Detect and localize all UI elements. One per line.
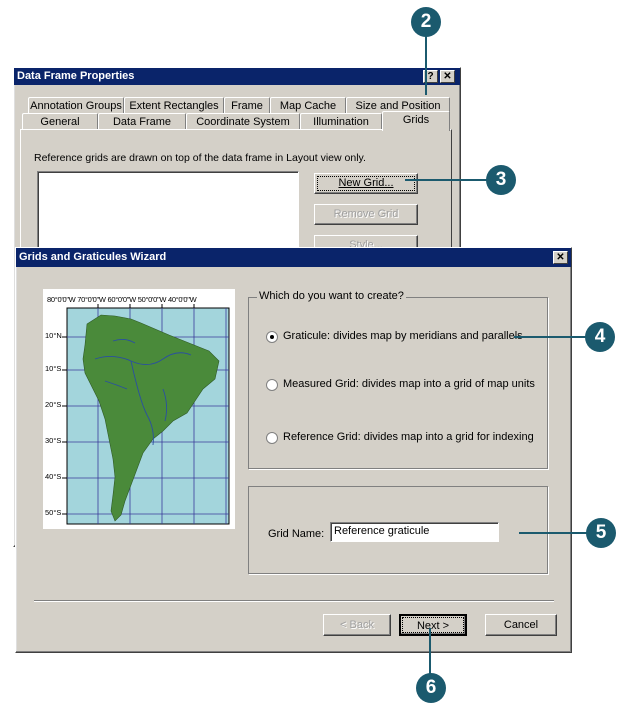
tab-data-frame[interactable]: Data Frame (98, 113, 186, 130)
map-lat-label: 30°S (45, 436, 62, 445)
grid-type-legend: Which do you want to create? (257, 290, 406, 302)
map-lat-label: 40°S (45, 472, 62, 481)
map-lat-label: 10°N (45, 331, 62, 340)
callout-6-leader (429, 628, 431, 678)
grid-name-group: Grid Name: Reference graticule (248, 486, 548, 574)
tab-illumination[interactable]: Illumination (300, 113, 382, 130)
next-button[interactable]: Next > (399, 614, 467, 636)
callout-4: 4 (585, 322, 615, 352)
new-grid-button[interactable]: New Grid... (314, 173, 418, 194)
measured-grid-radio-label[interactable]: Measured Grid: divides map into a grid o… (283, 378, 535, 390)
reference-grid-radio[interactable] (266, 432, 278, 444)
reference-grid-radio-label[interactable]: Reference Grid: divides map into a grid … (283, 431, 534, 443)
callout-3: 3 (486, 165, 516, 195)
tab-map-cache[interactable]: Map Cache (270, 97, 346, 114)
tab-extent-rectangles[interactable]: Extent Rectangles (124, 97, 224, 114)
grid-type-group: Which do you want to create? Graticule: … (248, 290, 548, 469)
callout-3-leader (405, 179, 487, 181)
grids-description: Reference grids are drawn on top of the … (34, 152, 366, 164)
callout-5: 5 (586, 518, 616, 548)
dialog-title: Data Frame Properties (17, 70, 135, 82)
wizard-close-button[interactable]: ✕ (553, 251, 568, 264)
graticule-radio-label[interactable]: Graticule: divides map by meridians and … (283, 330, 523, 342)
map-lat-label: 20°S (45, 400, 62, 409)
close-button[interactable]: ✕ (440, 70, 455, 83)
cancel-button[interactable]: Cancel (485, 614, 557, 636)
callout-5-leader (519, 532, 587, 534)
dialog-title-bar: Data Frame Properties (14, 68, 460, 85)
callout-2: 2 (411, 7, 441, 37)
map-preview: 80°0'0"W 70°0'0"W 60°0'0"W 50°0'0"W 40°0… (43, 289, 235, 529)
callout-4-leader (514, 336, 586, 338)
tab-annotation-groups[interactable]: Annotation Groups (28, 97, 124, 114)
wizard-title: Grids and Graticules Wizard (19, 251, 167, 263)
grid-name-label: Grid Name: (268, 528, 325, 540)
remove-grid-button[interactable]: Remove Grid (314, 204, 418, 225)
map-lat-label: 10°S (45, 364, 62, 373)
callout-2-leader (425, 35, 427, 95)
tab-grids[interactable]: Grids (382, 111, 450, 131)
measured-grid-radio[interactable] (266, 379, 278, 391)
tab-frame[interactable]: Frame (224, 97, 270, 114)
grid-name-input[interactable]: Reference graticule (330, 522, 499, 542)
grids-graticules-wizard: Grids and Graticules Wizard ✕ 80°0'0"W 7… (15, 247, 572, 653)
tab-general[interactable]: General (22, 113, 98, 130)
wizard-separator (34, 600, 554, 602)
map-lat-label: 50°S (45, 508, 62, 517)
graticule-radio[interactable] (266, 331, 278, 343)
tab-coordinate-system[interactable]: Coordinate System (186, 113, 300, 130)
south-america-graticule-map (62, 304, 230, 525)
callout-6: 6 (416, 673, 446, 703)
wizard-title-bar: Grids and Graticules Wizard (16, 248, 571, 267)
back-button[interactable]: < Back (323, 614, 391, 636)
